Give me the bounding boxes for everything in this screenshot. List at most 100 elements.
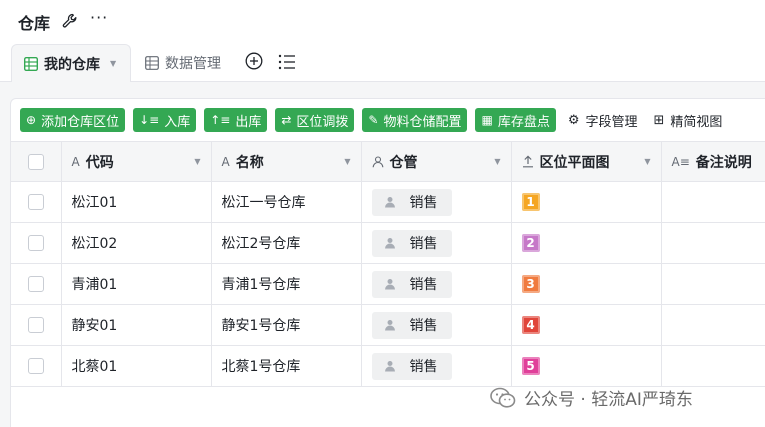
column-header-floorplan[interactable]: 区位平面图 ▼ [510,141,662,182]
person-icon [384,320,395,331]
view-list-icon[interactable] [278,54,296,70]
row-select-cell [11,263,62,305]
cell-code[interactable]: 静安01 [60,304,212,346]
floorplan-thumbnail[interactable]: 2 [521,234,540,252]
add-view-icon[interactable] [245,52,263,70]
cell-manager[interactable]: 销售 [360,345,512,387]
cell-name[interactable]: 松江2号仓库 [210,222,362,264]
column-header-manager[interactable]: 仓管 ▼ [360,141,512,182]
cell-notes[interactable] [660,304,765,346]
cell-floorplan[interactable]: 4 [510,304,662,346]
cell-name[interactable]: 静安1号仓库 [210,304,362,346]
chevron-down-icon[interactable]: ▼ [110,59,116,68]
row-checkbox[interactable] [27,358,44,374]
link-label: 精简视图 [670,114,723,130]
wechat-icon [490,387,516,408]
button-label: 区位调拨 [296,114,349,130]
floorplan-thumbnail[interactable]: 4 [521,316,540,334]
row-checkbox[interactable] [27,276,44,292]
cell-name[interactable]: 松江一号仓库 [210,181,362,223]
cell-floorplan[interactable]: 5 [510,345,662,387]
link-label: 字段管理 [585,114,638,130]
table-panel: ⊕ 添加仓库区位 ↓≡ 入库 ↑≡ 出库 ⇄ 区位调拨 ✎ 物料仓储配置 ▦ 库存盘点 ⚙ 字… [10,98,765,427]
cell-notes[interactable] [660,263,765,305]
member-name: 销售 [409,277,438,293]
column-header-notes[interactable]: A≡ 备注说明 [660,141,765,182]
table-row[interactable]: 静安01 静安1号仓库 销售 4 [11,304,765,346]
wrench-icon[interactable] [62,13,78,29]
tab-data-management[interactable]: 数据管理 [140,44,221,82]
button-label: 物料仓储配置 [383,114,462,130]
cell-code[interactable]: 松江02 [60,222,212,264]
cell-code[interactable]: 北蔡01 [60,345,212,387]
more-icon[interactable]: ··· [90,8,108,27]
table-icon [145,56,159,70]
column-header-name[interactable]: A 名称 ▼ [210,141,362,182]
column-label: 备注说明 [695,154,752,171]
cell-floorplan[interactable]: 3 [510,263,662,305]
column-label: 代码 [85,154,114,171]
grid-icon: ⊞ [653,112,665,128]
table-row[interactable]: 松江01 松江一号仓库 销售 1 [11,181,765,223]
floorplan-thumbnail[interactable]: 5 [521,357,540,375]
person-icon [384,238,395,249]
column-label: 名称 [235,154,264,171]
data-table: A 代码 ▼ A 名称 ▼ 仓管 ▼ 区位平面图 ▼ A≡ 备注说明 松江01 松江一号仓库 销售… [11,141,765,387]
outbound-button[interactable]: ↑≡ 出库 [204,108,268,132]
select-all-checkbox[interactable] [27,153,44,170]
table-row[interactable]: 松江02 松江2号仓库 销售 2 [11,222,765,264]
compact-view-button[interactable]: ⊞ 精简视图 [650,111,727,130]
cell-notes[interactable] [660,181,765,223]
cell-manager[interactable]: 销售 [360,222,512,264]
gear-icon: ⚙ [567,112,580,128]
chevron-down-icon[interactable]: ▼ [194,157,200,166]
inbound-button[interactable]: ↓≡ 入库 [133,108,197,132]
upload-icon [522,155,533,168]
floorplan-thumbnail[interactable]: 3 [521,275,540,293]
cell-notes[interactable] [660,222,765,264]
cell-code[interactable]: 青浦01 [60,263,212,305]
member-tag: 销售 [371,352,452,380]
add-location-button[interactable]: ⊕ 添加仓库区位 [20,108,126,132]
tab-label: 数据管理 [165,56,221,72]
cell-manager[interactable]: 销售 [360,263,512,305]
member-tag: 销售 [371,270,452,298]
row-checkbox[interactable] [27,235,44,251]
column-header-code[interactable]: A 代码 ▼ [60,141,212,182]
chevron-down-icon[interactable]: ▼ [494,157,500,166]
row-checkbox[interactable] [27,317,44,333]
text-field-icon: A [221,154,230,169]
outbound-icon: ↑≡ [210,113,231,127]
inbound-icon: ↓≡ [139,113,160,127]
inventory-check-button[interactable]: ▦ 库存盘点 [475,108,556,132]
floorplan-thumbnail[interactable]: 1 [521,193,540,211]
field-management-button[interactable]: ⚙ 字段管理 [564,111,642,130]
tab-my-warehouse[interactable]: 我的仓库 ▼ [11,44,131,82]
cell-name[interactable]: 北蔡1号仓库 [210,345,362,387]
button-label: 添加仓库区位 [41,114,120,130]
cell-manager[interactable]: 销售 [360,181,512,223]
header-row: A 代码 ▼ A 名称 ▼ 仓管 ▼ 区位平面图 ▼ A≡ 备注说明 [11,141,765,182]
cell-notes[interactable] [660,345,765,387]
cell-code[interactable]: 松江01 [60,181,212,223]
member-tag: 销售 [371,188,452,216]
cell-floorplan[interactable]: 2 [510,222,662,264]
watermark: 公众号 · 轻流AI严琦东 [490,385,693,410]
cell-floorplan[interactable]: 1 [510,181,662,223]
transfer-button[interactable]: ⇄ 区位调拨 [275,108,355,132]
table-row[interactable]: 北蔡01 北蔡1号仓库 销售 5 [11,345,765,387]
storage-config-button[interactable]: ✎ 物料仓储配置 [362,108,468,132]
cell-manager[interactable]: 销售 [360,304,512,346]
row-select-cell [11,345,62,387]
table-row[interactable]: 青浦01 青浦1号仓库 销售 3 [11,263,765,305]
person-icon [384,279,395,290]
multiline-text-icon: A≡ [671,154,690,169]
button-label: 入库 [164,114,191,130]
view-tab-bar: 我的仓库 ▼ 数据管理 [0,42,765,82]
action-toolbar: ⊕ 添加仓库区位 ↓≡ 入库 ↑≡ 出库 ⇄ 区位调拨 ✎ 物料仓储配置 ▦ 库存盘点 ⚙ 字… [20,108,726,132]
person-icon [372,155,383,167]
chevron-down-icon[interactable]: ▼ [344,157,350,166]
row-checkbox[interactable] [27,194,44,210]
cell-name[interactable]: 青浦1号仓库 [210,263,362,305]
chevron-down-icon[interactable]: ▼ [644,157,650,166]
